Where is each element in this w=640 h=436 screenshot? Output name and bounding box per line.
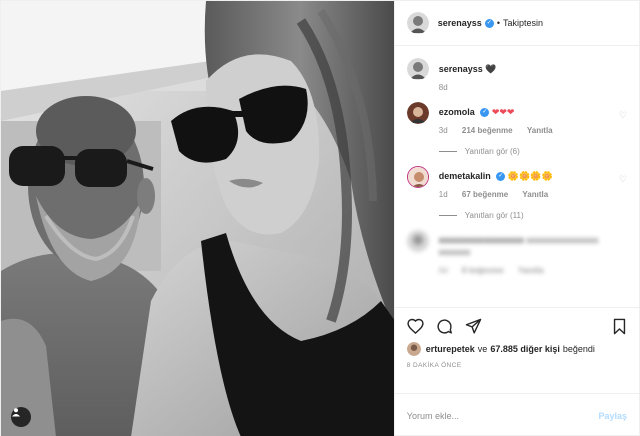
caption: serenayss 🖤 8d <box>406 58 627 92</box>
caption-text: 🖤 <box>485 64 497 74</box>
action-icons <box>407 314 627 338</box>
comments-list: serenayss 🖤 8d ezomola ✓ ❤❤❤ 3d 214 beğe… <box>395 46 639 307</box>
commenter-username[interactable]: ezomola <box>439 107 475 117</box>
comment-item: demetakalin ✓ 🌼🌼🌼🌼 1d 67 beğenme Yanıtla… <box>406 166 627 220</box>
follow-status-button[interactable]: Takiptesin <box>503 18 543 28</box>
view-replies-label: Yanıtları gör (6) <box>464 147 520 156</box>
comment-like-heart-icon[interactable]: ♡ <box>619 110 627 121</box>
add-comment-bar: Paylaş <box>394 393 639 436</box>
reply-button[interactable]: Yanıtla <box>527 126 553 135</box>
photo-illustration <box>1 1 394 436</box>
reply-button[interactable]: Yanıtla <box>522 190 548 199</box>
author-username[interactable]: serenayss <box>438 18 482 28</box>
caption-meta: 8d <box>439 83 627 92</box>
commenter-avatar[interactable] <box>406 230 429 252</box>
likes-summary: erturepetek ve 67.885 diğer kişi beğendi <box>406 342 627 356</box>
post-side-panel: serenayss ✓ • Takiptesin serenayss 🖤 8d <box>393 1 639 436</box>
post-actions: erturepetek ve 67.885 diğer kişi beğendi… <box>394 307 639 393</box>
view-replies-button[interactable]: Yanıtları gör (11) <box>438 211 627 220</box>
commenter-avatar[interactable] <box>406 166 429 188</box>
likes-count[interactable]: 67.885 diğer kişi <box>490 344 560 354</box>
share-send-icon[interactable] <box>465 318 482 335</box>
tagged-users-icon[interactable] <box>11 407 31 427</box>
verified-badge-icon: ✓ <box>484 18 494 28</box>
author-avatar[interactable] <box>406 12 429 34</box>
comment-text: 🌼🌼🌼🌼 <box>507 171 553 181</box>
comment-like-heart-icon[interactable]: ♡ <box>619 174 627 185</box>
liker-username[interactable]: erturepetek <box>426 344 475 354</box>
comment-meta: 3d 214 beğenme Yanıtla <box>439 126 627 135</box>
likes-suffix: beğendi <box>562 344 595 354</box>
view-replies-label: Yanıtları gör (11) <box>464 211 524 220</box>
comment-meta: 1d 67 beğenme Yanıtla <box>439 190 627 199</box>
bookmark-icon[interactable] <box>612 318 627 335</box>
reply-button[interactable]: Yanıtla <box>518 266 544 275</box>
post-photo[interactable] <box>1 1 394 436</box>
comment-meta: 6d 8 beğenme Yanıtla <box>439 266 627 275</box>
replies-divider <box>438 215 457 216</box>
commenter-username[interactable]: demetakalin <box>439 171 491 181</box>
likes-connector: ve <box>477 344 488 354</box>
post-dialog: serenayss ✓ • Takiptesin serenayss 🖤 8d <box>0 0 640 436</box>
replies-divider <box>438 151 457 152</box>
comment-item: xxxxxxxxxxxxxxxxx xxxxxxxxxxxxxxxx xxxxx… <box>406 230 627 275</box>
comment-likes[interactable]: 8 beğenme <box>462 266 504 275</box>
comment-age[interactable]: 3d <box>439 126 448 135</box>
post-header: serenayss ✓ • Takiptesin <box>394 1 639 46</box>
comment-text: ❤❤❤ <box>491 107 515 117</box>
comment-likes[interactable]: 214 beğenme <box>462 126 513 135</box>
comment-age[interactable]: 6d <box>439 266 448 275</box>
verified-badge-icon: ✓ <box>480 108 490 118</box>
caption-avatar[interactable] <box>406 58 429 80</box>
view-replies-button[interactable]: Yanıtları gör (6) <box>438 147 627 156</box>
comment-likes[interactable]: 67 beğenme <box>462 190 508 199</box>
comment-bubble-icon[interactable] <box>436 318 453 335</box>
verified-badge-icon: ✓ <box>496 172 506 182</box>
comment-item: ezomola ✓ ❤❤❤ 3d 214 beğenme Yanıtla Yan… <box>406 102 627 156</box>
post-comment-button[interactable]: Paylaş <box>598 411 627 421</box>
commenter-avatar[interactable] <box>406 102 429 124</box>
comment-input[interactable] <box>406 410 599 421</box>
caption-age[interactable]: 8d <box>439 83 448 92</box>
header-separator: • <box>496 18 500 28</box>
commenter-username[interactable]: xxxxxxxxxxxxxxxxx <box>439 235 524 245</box>
post-timestamp[interactable]: 8 DAKİKA ÖNCE <box>407 362 627 369</box>
liker-avatar[interactable] <box>406 342 421 356</box>
caption-username[interactable]: serenayss <box>439 64 483 74</box>
comment-age[interactable]: 1d <box>439 190 448 199</box>
like-heart-icon[interactable] <box>407 318 424 334</box>
